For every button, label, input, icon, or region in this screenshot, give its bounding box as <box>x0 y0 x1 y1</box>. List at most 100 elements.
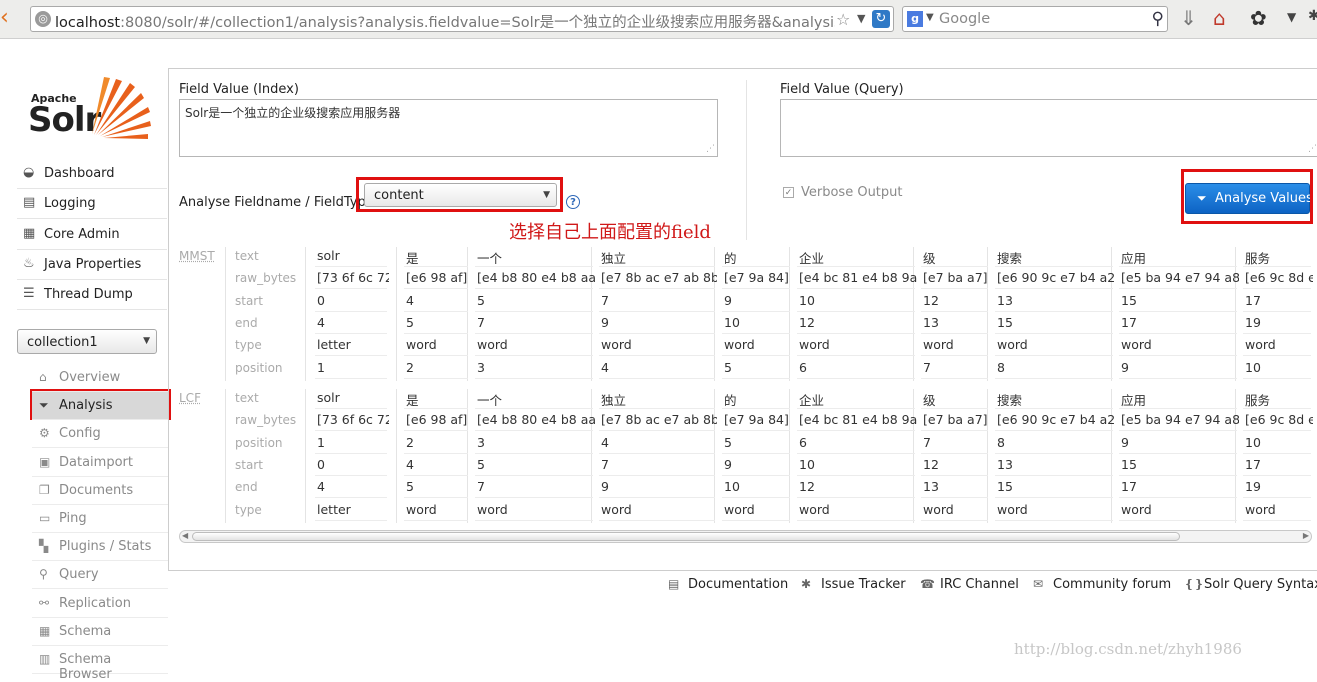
row-divider <box>995 520 1113 521</box>
token-cell: 10 <box>1245 435 1313 450</box>
overflow-icon[interactable]: ✱ <box>1308 8 1317 24</box>
collection-selector[interactable]: collection1 ▼ <box>17 329 157 354</box>
row-divider <box>315 333 387 334</box>
row-divider <box>315 497 387 498</box>
nav-item-core-admin[interactable]: ▦ Core Admin <box>17 220 167 250</box>
footer-link-community-forum[interactable]: ✉ Community forum <box>1033 577 1171 592</box>
core-menu-item-documents[interactable]: ❐ Documents <box>32 477 168 505</box>
token-cell: 服务 <box>1245 248 1313 267</box>
token-cell: 4 <box>406 457 470 472</box>
row-divider <box>797 520 915 521</box>
token-cell: 9 <box>1121 435 1239 450</box>
footer-link-issue-tracker[interactable]: ✱ Issue Tracker <box>801 577 906 592</box>
menu-dropdown-icon[interactable]: ▼ <box>1287 10 1296 24</box>
footer-link-solr-query-syntax[interactable]: ❴❵Solr Query Syntax <box>1184 577 1317 592</box>
help-icon[interactable]: ? <box>566 195 580 209</box>
index-field-textarea[interactable]: Solr是一个独立的企业级搜索应用服务器 ⋰ <box>179 99 718 157</box>
url-text[interactable]: localhost:8080/solr/#/collection1/analys… <box>55 11 835 32</box>
nav-item-dashboard[interactable]: ◒ Dashboard <box>17 159 167 189</box>
row-divider <box>475 266 593 267</box>
row-divider <box>404 288 468 289</box>
back-arrow-icon[interactable]: ‹ <box>0 6 10 30</box>
nav-item-thread-dump[interactable]: ☰ Thread Dump <box>17 280 167 310</box>
row-divider <box>315 378 387 379</box>
token-cell: word <box>406 502 470 517</box>
row-divider <box>315 288 387 289</box>
row-divider <box>475 520 593 521</box>
token-cell: 13 <box>997 293 1115 308</box>
row-divider <box>1243 311 1311 312</box>
core-menu-item-replication[interactable]: ⚯ Replication <box>32 590 168 618</box>
addon-icon[interactable]: ✿ <box>1250 6 1267 30</box>
query-field-textarea[interactable]: ⋰ <box>780 99 1317 157</box>
google-icon[interactable]: g <box>907 11 923 27</box>
token-cell: 是 <box>406 248 470 267</box>
core-menu-item-schema[interactable]: ▦ Schema <box>32 618 168 646</box>
scrollbar-thumb[interactable] <box>192 532 1180 541</box>
row-divider <box>722 333 790 334</box>
token-cell: letter <box>317 337 389 352</box>
verbose-output-checkbox[interactable]: ✓ <box>783 187 794 198</box>
token-cell: 独立 <box>601 390 717 409</box>
token-cell: 4 <box>317 315 389 330</box>
token-cell: [e6 9c 8d e5 <box>1245 412 1313 427</box>
token-cell: solr <box>317 390 389 405</box>
row-label-end: end <box>235 480 258 494</box>
core-menu-item-dataimport[interactable]: ▣ Dataimport <box>32 449 168 477</box>
solr-logo[interactable]: Apache Solr <box>28 77 152 141</box>
row-divider <box>995 497 1113 498</box>
nav-item-java-properties[interactable]: ♨ Java Properties <box>17 250 167 280</box>
token-cell: 4 <box>317 479 389 494</box>
token-cell: 级 <box>923 390 990 409</box>
token-cell: [e4 bc 81 e4 b8 9a] <box>799 270 917 285</box>
row-label-text: text <box>235 249 259 263</box>
footer-link-irc-channel[interactable]: ☎ IRC Channel <box>920 577 1019 592</box>
token-cell: [e7 9a 84] <box>724 270 792 285</box>
plugins-icon: ▚ <box>39 539 54 553</box>
row-divider <box>1243 355 1311 356</box>
row-divider <box>404 355 468 356</box>
core-menu-item-plugins-stats[interactable]: ▚ Plugins / Stats <box>32 533 168 561</box>
nav-item-logging[interactable]: ▤ Logging <box>17 189 167 219</box>
row-divider <box>921 430 988 431</box>
resize-grip-icon[interactable]: ⋰ <box>706 144 715 154</box>
core-menu-item-query[interactable]: ⚲ Query <box>32 561 168 589</box>
browser-toolbar: ‹ ◎ localhost:8080/solr/#/collection1/an… <box>0 0 1317 39</box>
footer-link-documentation[interactable]: ▤ Documentation <box>668 577 788 592</box>
token-cell: [e6 98 af] <box>406 412 470 427</box>
row-divider <box>315 355 387 356</box>
annotation-text: 选择自己上面配置的field <box>509 218 711 244</box>
home-icon[interactable]: ⌂ <box>1213 6 1226 30</box>
resize-grip-icon[interactable]: ⋰ <box>1308 144 1317 154</box>
horizontal-scrollbar[interactable]: ◀ ▶ <box>179 530 1312 543</box>
search-engine-dropdown-icon[interactable]: ▼ <box>926 12 934 23</box>
token-cell: 级 <box>923 248 990 267</box>
search-bar[interactable]: g ▼ Google ⚲ <box>902 6 1168 32</box>
search-icon[interactable]: ⚲ <box>1152 9 1164 29</box>
bookmark-star-icon[interactable]: ☆ <box>836 10 850 29</box>
stage-name[interactable]: LCF <box>179 391 201 405</box>
row-label-position: position <box>235 436 283 450</box>
scroll-right-icon[interactable]: ▶ <box>1303 531 1309 540</box>
core-menu-item-analysis[interactable]: ⏷ Analysis <box>32 392 168 420</box>
row-divider <box>797 333 915 334</box>
token-cell: 1 <box>317 435 389 450</box>
core-menu-item-config[interactable]: ⚙ Config <box>32 420 168 448</box>
core-menu-item-ping[interactable]: ▭ Ping <box>32 505 168 533</box>
core-menu-item-overview[interactable]: ⌂ Overview <box>32 364 168 392</box>
token-cell: 10 <box>799 457 917 472</box>
row-divider <box>797 266 915 267</box>
stage-name[interactable]: MMST <box>179 249 215 263</box>
search-input[interactable]: Google <box>939 11 990 27</box>
reload-icon[interactable]: ↻ <box>872 10 890 28</box>
download-icon[interactable]: ⇓ <box>1180 6 1197 30</box>
column-divider <box>396 389 397 523</box>
row-divider <box>1119 453 1237 454</box>
row-divider <box>995 288 1113 289</box>
scroll-left-icon[interactable]: ◀ <box>182 531 188 540</box>
url-bar[interactable]: ◎ localhost:8080/solr/#/collection1/anal… <box>30 6 894 32</box>
globe-icon: ◎ <box>35 11 51 27</box>
row-divider <box>404 497 468 498</box>
row-divider <box>404 333 468 334</box>
url-dropdown-icon[interactable]: ▼ <box>857 12 865 25</box>
